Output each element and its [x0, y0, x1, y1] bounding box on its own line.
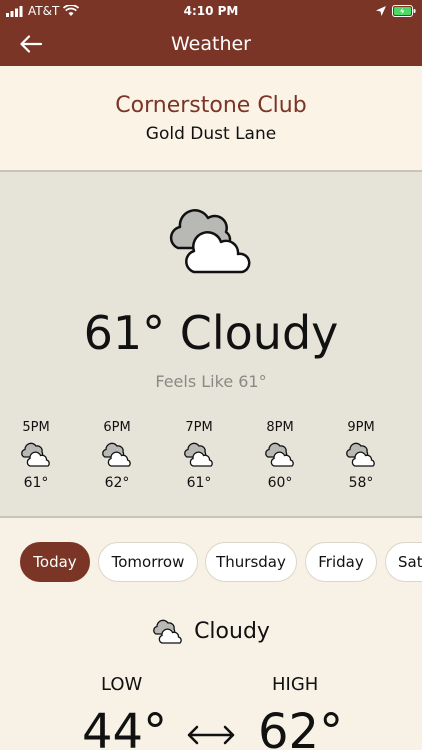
cloudy-icon — [153, 619, 182, 644]
day-tabs: Today Tomorrow Thursday Friday Sat — [20, 542, 422, 582]
hourly-item: 6PM 62° — [92, 420, 142, 491]
high-label: HIGH — [272, 674, 319, 695]
hourly-item: 9PM 58° — [336, 420, 386, 491]
arrow-left-icon — [20, 35, 42, 53]
low-temp: 44° — [82, 704, 168, 750]
nav-bar: Weather — [0, 22, 422, 66]
tab-friday[interactable]: Friday — [305, 542, 377, 582]
hour-temp: 61° — [23, 475, 49, 491]
hour-time: 8PM — [266, 420, 294, 435]
feels-like: Feels Like 61° — [155, 372, 267, 391]
hour-temp: 61° — [186, 475, 212, 491]
cloudy-icon — [169, 209, 251, 274]
day-summary: Cloudy — [0, 618, 422, 644]
cloudy-icon — [184, 442, 213, 467]
current-conditions: 61° Cloudy Feels Like 61° 5PM 61° 6PM 62… — [0, 172, 422, 518]
hourly-item: 7PM 61° — [174, 420, 224, 491]
cloudy-icon — [102, 442, 131, 467]
hour-temp: 60° — [267, 475, 293, 491]
location-subtitle: Gold Dust Lane — [145, 123, 277, 144]
double-arrow-icon — [187, 725, 235, 745]
low-label: LOW — [101, 674, 143, 695]
tab-today[interactable]: Today — [20, 542, 90, 582]
hour-time: 6PM — [103, 420, 131, 435]
top-bar: AT&T 4:10 PM Weather — [0, 0, 422, 66]
cloudy-icon — [265, 442, 294, 467]
hourly-item: 8PM 60° — [255, 420, 305, 491]
location-header: Cornerstone Club Gold Dust Lane — [0, 66, 422, 172]
status-time: 4:10 PM — [183, 4, 239, 18]
low-high-range: LOW HIGH 44° 62° — [0, 674, 422, 750]
cloudy-icon — [21, 442, 50, 467]
hour-temp: 58° — [348, 475, 374, 491]
high-temp: 62° — [258, 704, 344, 750]
location-name: Cornerstone Club — [115, 92, 307, 118]
tab-tomorrow[interactable]: Tomorrow — [98, 542, 198, 582]
hourly-forecast: 5PM 61° 6PM 62° 7PM 61° 8PM 60° 9PM 58° — [0, 420, 422, 500]
back-button[interactable] — [16, 30, 46, 58]
hour-time: 5PM — [22, 420, 50, 435]
page-title: Weather — [171, 33, 251, 55]
hour-temp: 62° — [104, 475, 130, 491]
current-temp-condition: 61° Cloudy — [83, 306, 339, 360]
hourly-item: 5PM 61° — [11, 420, 61, 491]
status-bar: AT&T 4:10 PM — [0, 0, 422, 22]
hour-time: 9PM — [347, 420, 375, 435]
hour-time: 7PM — [185, 420, 213, 435]
cloudy-icon — [346, 442, 375, 467]
tab-saturday[interactable]: Sat — [385, 542, 422, 582]
day-condition: Cloudy — [194, 618, 270, 644]
tab-thursday[interactable]: Thursday — [205, 542, 297, 582]
